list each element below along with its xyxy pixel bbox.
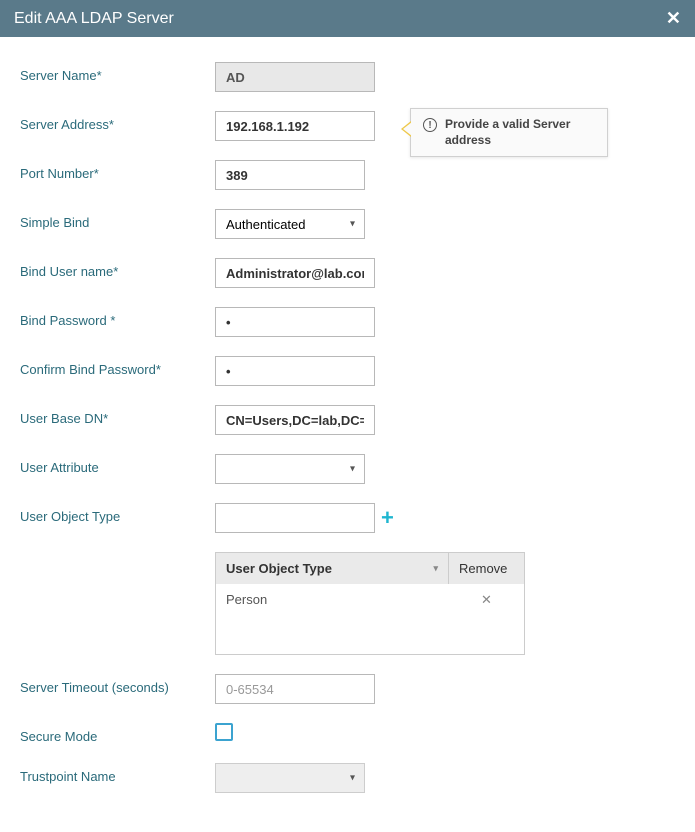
secure-mode-checkbox[interactable]: [215, 723, 233, 741]
port-number-input[interactable]: [215, 160, 365, 190]
table-row: Person ✕: [216, 584, 524, 616]
tooltip-arrow-inner-icon: [403, 122, 412, 136]
label-server-timeout: Server Timeout (seconds): [20, 674, 215, 697]
table-body: Person ✕: [216, 584, 524, 654]
row-server-name: Server Name*: [20, 62, 675, 92]
row-bind-username: Bind User name*: [20, 258, 675, 288]
info-icon: !: [423, 118, 437, 132]
table-header-type[interactable]: User Object Type ▾: [216, 553, 449, 584]
label-confirm-bind-password: Confirm Bind Password*: [20, 356, 215, 377]
dialog-header: Edit AAA LDAP Server ✕: [0, 0, 695, 37]
trustpoint-name-select[interactable]: [215, 763, 365, 793]
table-cell-type: Person: [216, 584, 449, 616]
row-secure-mode: Secure Mode: [20, 723, 675, 744]
row-server-address: Server Address* ! Provide a valid Server…: [20, 111, 675, 141]
row-bind-password: Bind Password *: [20, 307, 675, 337]
label-port-number: Port Number*: [20, 160, 215, 181]
remove-row-button[interactable]: ✕: [449, 584, 524, 616]
close-button[interactable]: ✕: [666, 8, 681, 29]
form-body: Server Name* Server Address* ! Provide a…: [0, 37, 695, 832]
label-user-attribute: User Attribute: [20, 454, 215, 475]
user-attribute-select[interactable]: [215, 454, 365, 484]
table-header-remove: Remove: [449, 553, 524, 584]
label-server-name: Server Name*: [20, 62, 215, 83]
label-object-type-table: [20, 552, 215, 558]
label-bind-username: Bind User name*: [20, 258, 215, 279]
server-timeout-input[interactable]: [215, 674, 375, 704]
chevron-down-icon: ▾: [433, 563, 438, 574]
bind-password-input[interactable]: [215, 307, 375, 337]
label-simple-bind: Simple Bind: [20, 209, 215, 230]
server-address-input[interactable]: [215, 111, 375, 141]
table-header: User Object Type ▾ Remove: [216, 553, 524, 584]
confirm-bind-password-input[interactable]: [215, 356, 375, 386]
label-server-address: Server Address*: [20, 111, 215, 132]
simple-bind-select[interactable]: Authenticated: [215, 209, 365, 239]
row-trustpoint-name: Trustpoint Name: [20, 763, 675, 793]
label-secure-mode: Secure Mode: [20, 723, 215, 744]
label-trustpoint-name: Trustpoint Name: [20, 763, 215, 784]
label-user-object-type: User Object Type: [20, 503, 215, 524]
row-object-type-table: User Object Type ▾ Remove Person ✕: [20, 552, 675, 655]
user-object-type-input[interactable]: [215, 503, 375, 533]
row-user-base-dn: User Base DN*: [20, 405, 675, 435]
bind-username-input[interactable]: [215, 258, 375, 288]
row-port-number: Port Number*: [20, 160, 675, 190]
table-header-type-label: User Object Type: [226, 561, 332, 576]
row-simple-bind: Simple Bind Authenticated: [20, 209, 675, 239]
object-type-table: User Object Type ▾ Remove Person ✕: [215, 552, 525, 655]
row-confirm-bind-password: Confirm Bind Password*: [20, 356, 675, 386]
server-name-input[interactable]: [215, 62, 375, 92]
row-server-timeout: Server Timeout (seconds): [20, 674, 675, 704]
user-base-dn-input[interactable]: [215, 405, 375, 435]
label-user-base-dn: User Base DN*: [20, 405, 215, 426]
row-user-object-type: User Object Type +: [20, 503, 675, 533]
row-user-attribute: User Attribute: [20, 454, 675, 484]
add-object-type-button[interactable]: +: [381, 507, 394, 529]
dialog-title: Edit AAA LDAP Server: [14, 10, 174, 28]
tooltip-text: Provide a valid Server address: [445, 117, 595, 148]
label-bind-password: Bind Password *: [20, 307, 215, 328]
validation-tooltip: ! Provide a valid Server address: [410, 108, 608, 157]
